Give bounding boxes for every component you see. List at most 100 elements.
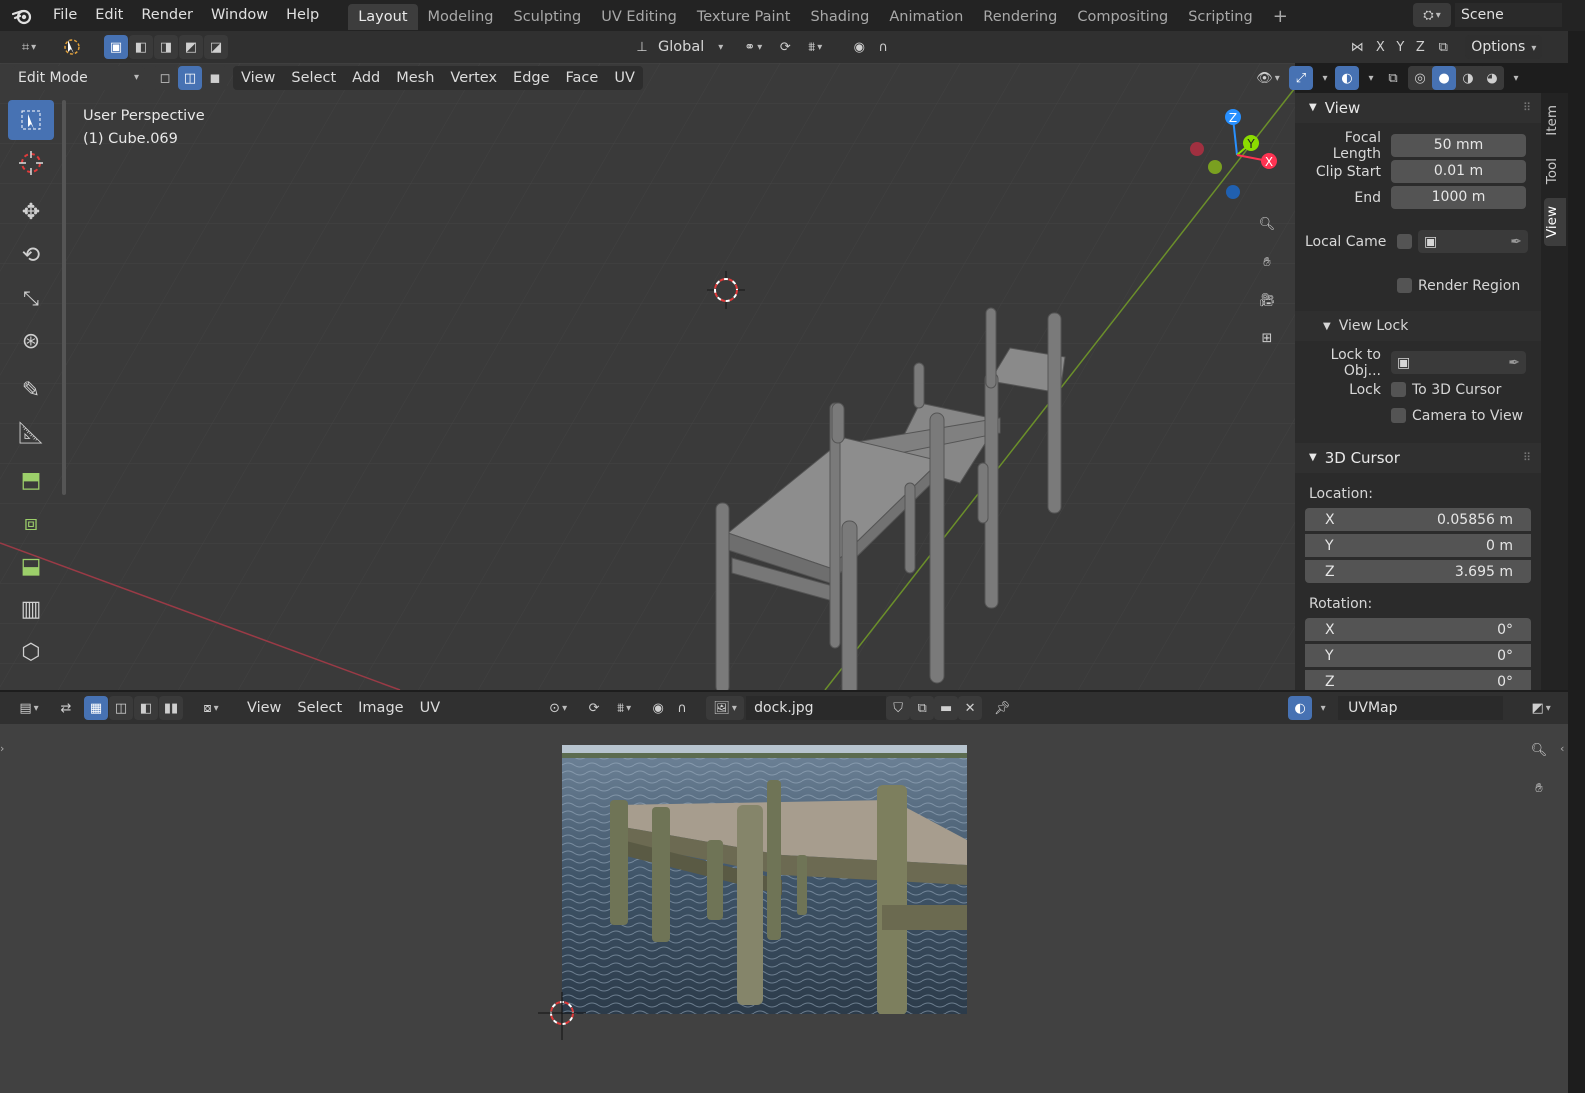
lock-eyedropper-icon[interactable]: ✒: [1508, 355, 1520, 371]
uv-overlay-dropdown-icon[interactable]: ▾: [1312, 696, 1332, 720]
uv-zoom-icon[interactable]: 🔍︎: [1523, 734, 1555, 766]
uvmap-field[interactable]: UVMap: [1338, 696, 1504, 720]
mirror-icon[interactable]: ⋈: [1345, 35, 1369, 59]
clip-end-field[interactable]: 1000 m: [1391, 186, 1526, 209]
uv-face-mode-icon[interactable]: ◧: [134, 696, 158, 720]
rendered-shading-icon[interactable]: ◕: [1480, 66, 1504, 90]
camera-view-icon[interactable]: 🎥︎: [1253, 284, 1281, 316]
display-channels-icon[interactable]: ◩ ▾: [1523, 696, 1559, 720]
uv-menu-image[interactable]: Image: [350, 696, 411, 720]
image-browse-icon[interactable]: 🖼︎ ▾: [706, 696, 745, 720]
material-shading-icon[interactable]: ◑: [1456, 66, 1480, 90]
editor-type-icon[interactable]: ⌗ ▾: [12, 35, 46, 59]
uv-proportional-icon[interactable]: ◉: [646, 696, 670, 720]
visibility-eye-icon[interactable]: 👁︎ ▾: [1250, 66, 1286, 90]
fake-user-shield-icon[interactable]: ⛉: [886, 696, 911, 720]
menu-select[interactable]: Select: [283, 66, 344, 90]
focal-length-field[interactable]: 50 mm: [1391, 134, 1526, 157]
local-camera-field[interactable]: ▣ ✒: [1418, 230, 1528, 253]
cursor-section-header[interactable]: ▼ 3D Cursor ⠿: [1295, 443, 1541, 473]
scale-tool-icon[interactable]: ⤡: [8, 278, 54, 318]
select-subtract-icon[interactable]: ◨: [154, 35, 178, 59]
uv-menu-view[interactable]: View: [239, 696, 289, 720]
mirror-y-button[interactable]: Y: [1391, 35, 1409, 59]
options-dropdown[interactable]: Options ▾: [1465, 35, 1543, 59]
tab-uv-editing[interactable]: UV Editing: [591, 4, 687, 30]
cursor-rot-z-field[interactable]: Z 0°: [1305, 670, 1531, 690]
uv-overlay-icon[interactable]: ◐: [1288, 696, 1313, 720]
tab-compositing[interactable]: Compositing: [1067, 4, 1178, 30]
scene-icon[interactable]: ⛭ ▾: [1413, 3, 1451, 27]
menu-edge[interactable]: Edge: [505, 66, 558, 90]
select-new-icon[interactable]: ▣: [104, 35, 128, 59]
select-tool-icon[interactable]: [8, 100, 54, 140]
tab-shading[interactable]: Shading: [800, 4, 879, 30]
overlay-dropdown-icon[interactable]: ▾: [1362, 66, 1378, 90]
pivot-icon[interactable]: ⚭ ▾: [735, 35, 771, 59]
menu-mesh[interactable]: Mesh: [388, 66, 442, 90]
image-editor-type-icon[interactable]: ▤ ▾: [10, 696, 48, 720]
orientation-dropdown[interactable]: ⊥ Global ▾: [630, 35, 723, 59]
uv-sync-icon[interactable]: ⇄: [54, 696, 78, 720]
uv-falloff-icon[interactable]: ∩: [670, 696, 694, 720]
pin-icon[interactable]: 📌︎: [990, 696, 1014, 720]
cursor-rot-x-field[interactable]: X 0°: [1305, 618, 1531, 641]
uv-menu-uv[interactable]: UV: [412, 696, 449, 720]
topology-mirror-icon[interactable]: ⧉: [1431, 35, 1455, 59]
uv-snap-target-icon[interactable]: ⩩ ▾: [606, 696, 642, 720]
toolbar-scrollbar[interactable]: [62, 100, 66, 495]
xray-icon[interactable]: ⧉: [1381, 66, 1405, 90]
open-image-folder-icon[interactable]: ▬: [934, 696, 959, 720]
tab-layout[interactable]: Layout: [348, 4, 418, 30]
3d-viewport[interactable]: Z Y X User Perspective (1) Cube.069 🔍︎ ✋…: [0, 63, 1295, 690]
vertex-select-icon[interactable]: ◻: [153, 66, 177, 90]
cursor-loc-y-field[interactable]: Y 0 m: [1305, 534, 1531, 557]
unlink-image-icon[interactable]: ✕: [958, 696, 983, 720]
falloff-icon[interactable]: ∩: [871, 35, 895, 59]
image-name-field[interactable]: dock.jpg: [746, 696, 887, 720]
tab-view[interactable]: View: [1544, 197, 1566, 247]
sticky-select-icon[interactable]: ⧇ ▾: [193, 696, 229, 720]
cursor-drag-handle-icon[interactable]: ⠿: [1523, 443, 1531, 473]
tab-animation[interactable]: Animation: [879, 4, 973, 30]
wireframe-shading-icon[interactable]: ◎: [1408, 66, 1432, 90]
measure-tool-icon[interactable]: 📐︎: [8, 413, 54, 453]
render-region-checkbox[interactable]: [1397, 278, 1412, 293]
uv-pan-hand-icon[interactable]: ✋︎: [1523, 772, 1555, 804]
transform-tool-icon[interactable]: ⊛: [8, 321, 54, 361]
rotate-tool-icon[interactable]: ⟲: [8, 235, 54, 275]
new-image-icon[interactable]: ⧉: [910, 696, 935, 720]
view-section-header[interactable]: ▼ View ⠿: [1295, 93, 1541, 123]
knife-tool-icon[interactable]: ⬡: [8, 632, 54, 672]
menu-file[interactable]: File: [44, 0, 86, 31]
gizmo-toggle-icon[interactable]: ⤢: [1289, 66, 1313, 90]
view-lock-header[interactable]: ▼ View Lock: [1295, 311, 1541, 341]
uv-vertex-mode-icon[interactable]: ▦: [84, 696, 108, 720]
cursor-rot-y-field[interactable]: Y 0°: [1305, 644, 1531, 667]
tab-texture-paint[interactable]: Texture Paint: [687, 4, 801, 30]
tab-modeling[interactable]: Modeling: [418, 4, 504, 30]
menu-edit[interactable]: Edit: [86, 0, 132, 31]
pan-hand-icon[interactable]: ✋︎: [1253, 246, 1281, 278]
2d-cursor-icon[interactable]: [538, 992, 586, 1040]
lock-object-field[interactable]: ▣ ✒: [1391, 351, 1526, 374]
tab-item[interactable]: Item: [1544, 97, 1566, 144]
tab-sculpting[interactable]: Sculpting: [503, 4, 591, 30]
menu-face[interactable]: Face: [558, 66, 607, 90]
tab-scripting[interactable]: Scripting: [1178, 4, 1262, 30]
zoom-icon[interactable]: 🔍︎: [1253, 208, 1281, 240]
to-3d-cursor-checkbox[interactable]: [1391, 382, 1406, 397]
camera-to-view-checkbox[interactable]: [1391, 408, 1406, 423]
snap-target-icon[interactable]: ⩩ ▾: [797, 35, 833, 59]
tab-tool[interactable]: Tool: [1544, 150, 1566, 192]
shading-dropdown-icon[interactable]: ▾: [1507, 66, 1523, 90]
uv-menu-select[interactable]: Select: [289, 696, 350, 720]
menu-window[interactable]: Window: [202, 0, 277, 31]
cursor-loc-z-field[interactable]: Z 3.695 m: [1305, 560, 1531, 583]
uv-island-mode-icon[interactable]: ▮▮: [159, 696, 183, 720]
toolbar-expand-icon[interactable]: ›: [0, 742, 4, 755]
inset-tool-icon[interactable]: ⬓: [8, 546, 54, 586]
add-cube-tool-icon[interactable]: ⬒: [8, 460, 54, 500]
select-intersect-icon[interactable]: ◪: [204, 35, 228, 59]
menu-view[interactable]: View: [233, 66, 283, 90]
